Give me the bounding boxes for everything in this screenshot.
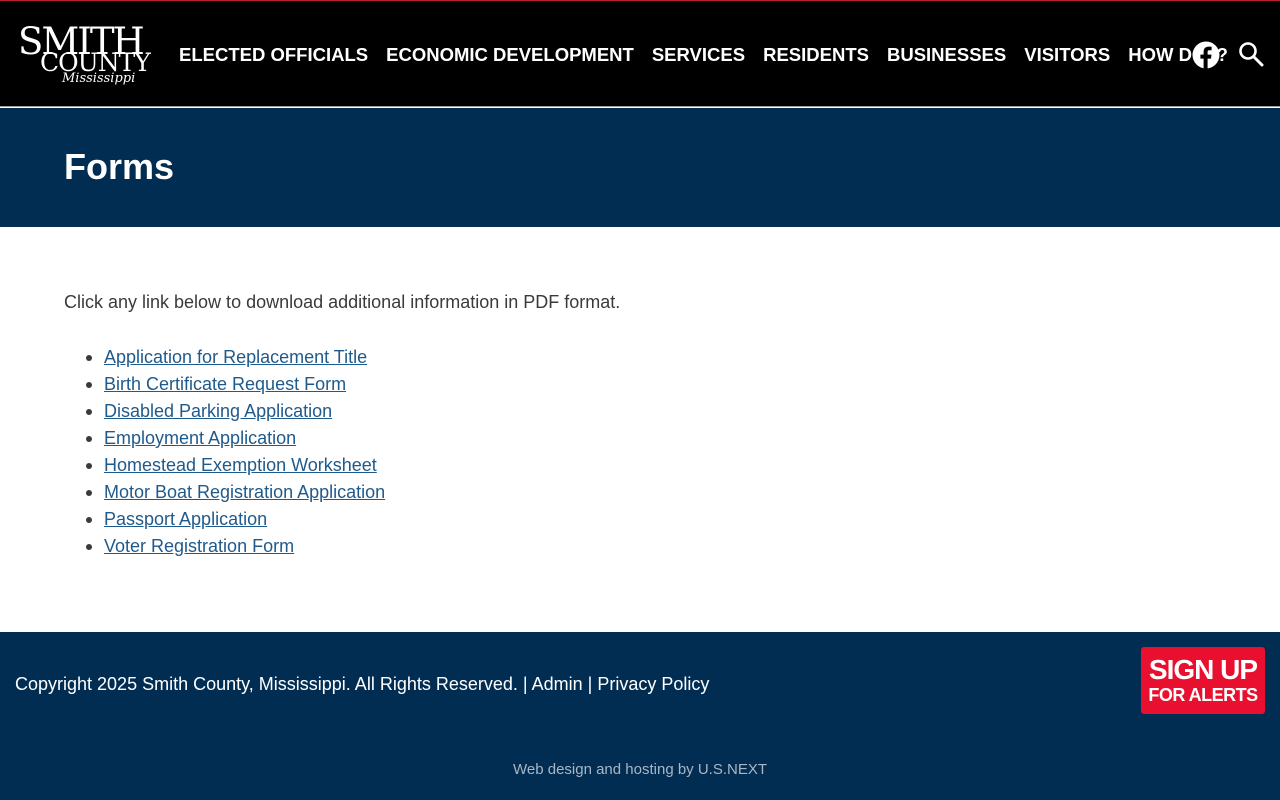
bullet: [86, 463, 92, 469]
list-item: Disabled Parking Application: [86, 398, 385, 425]
nav-businesses[interactable]: BUSINESSES: [887, 43, 1006, 67]
signup-top-text: SIGN UP: [1148, 654, 1258, 685]
form-link-replacement-title[interactable]: Application for Replacement Title: [104, 347, 367, 367]
list-item: Application for Replacement Title: [86, 344, 385, 371]
copyright-text: Copyright 2025 Smith County, Mississippi…: [15, 674, 518, 694]
bullet: [86, 436, 92, 442]
form-link-birth-certificate[interactable]: Birth Certificate Request Form: [104, 374, 346, 394]
privacy-policy-link[interactable]: Privacy Policy: [597, 674, 709, 694]
form-link-voter-registration[interactable]: Voter Registration Form: [104, 536, 294, 556]
form-link-employment[interactable]: Employment Application: [104, 428, 296, 448]
smith-county-logo[interactable]: SMITH COUNTY Mississippi: [18, 23, 151, 91]
footer-separator: |: [522, 674, 528, 694]
web-design-credit[interactable]: Web design and hosting by U.S.NEXT: [0, 760, 1280, 780]
nav-residents[interactable]: RESIDENTS: [763, 43, 869, 67]
page-banner: Forms: [0, 108, 1280, 227]
logo-line-state: Mississippi: [62, 71, 136, 86]
site-footer: Copyright 2025 Smith County, Mississippi…: [0, 632, 1280, 800]
main-nav: ELECTED OFFICIALS ECONOMIC DEVELOPMENT S…: [170, 43, 1237, 67]
footer-separator: |: [587, 674, 593, 694]
site-header: SMITH COUNTY Mississippi ELECTED OFFICIA…: [0, 0, 1280, 107]
search-icon[interactable]: [1238, 41, 1264, 67]
nav-visitors[interactable]: VISITORS: [1024, 43, 1110, 67]
signup-bottom-text: FOR ALERTS: [1148, 685, 1258, 705]
form-link-passport[interactable]: Passport Application: [104, 509, 267, 529]
bullet: [86, 355, 92, 361]
admin-link[interactable]: Admin: [532, 674, 583, 694]
page-title: Forms: [64, 146, 175, 187]
bullet: [86, 544, 92, 550]
list-item: Homestead Exemption Worksheet: [86, 452, 385, 479]
list-item: Passport Application: [86, 506, 385, 533]
facebook-icon[interactable]: [1192, 41, 1220, 69]
nav-elected-officials[interactable]: ELECTED OFFICIALS: [179, 43, 368, 67]
list-item: Voter Registration Form: [86, 533, 385, 560]
bullet: [86, 382, 92, 388]
bullet: [86, 517, 92, 523]
bullet: [86, 409, 92, 415]
form-link-homestead-exemption[interactable]: Homestead Exemption Worksheet: [104, 455, 377, 475]
list-item: Motor Boat Registration Application: [86, 479, 385, 506]
forms-list: Application for Replacement Title Birth …: [86, 344, 385, 560]
bullet: [86, 490, 92, 496]
nav-economic-development[interactable]: ECONOMIC DEVELOPMENT: [386, 43, 634, 67]
list-item: Employment Application: [86, 425, 385, 452]
form-link-disabled-parking[interactable]: Disabled Parking Application: [104, 401, 332, 421]
copyright-line: Copyright 2025 Smith County, Mississippi…: [15, 672, 709, 696]
sign-up-for-alerts-button[interactable]: SIGN UP FOR ALERTS: [1141, 647, 1265, 714]
list-item: Birth Certificate Request Form: [86, 371, 385, 398]
nav-services[interactable]: SERVICES: [652, 43, 745, 67]
form-link-motor-boat[interactable]: Motor Boat Registration Application: [104, 482, 385, 502]
intro-text: Click any link below to download additio…: [64, 292, 621, 312]
